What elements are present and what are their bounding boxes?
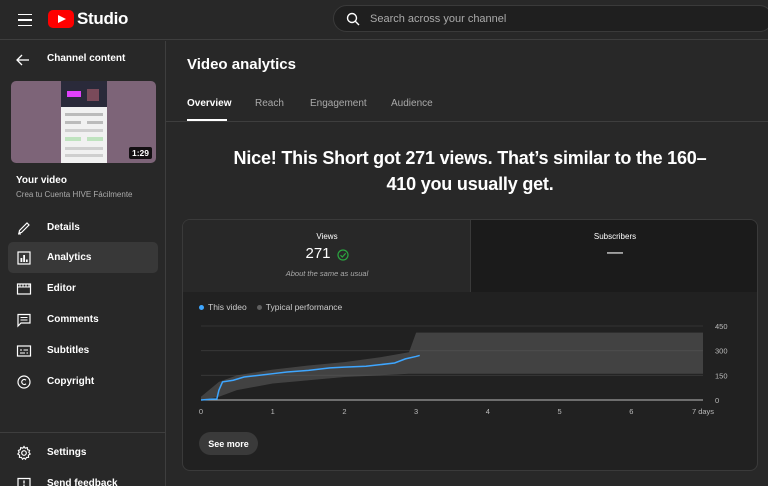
- video-duration: 1:29: [128, 147, 152, 159]
- gear-icon: [16, 445, 32, 461]
- sidebar-item-label: Comments: [47, 314, 99, 325]
- x-tick-label: 6: [629, 407, 633, 416]
- pencil-icon: [16, 220, 32, 236]
- your-video-label: Your video: [16, 175, 67, 186]
- sidebar-item-subtitles[interactable]: Subtitles: [8, 335, 158, 366]
- top-bar: Studio: [0, 0, 768, 40]
- sidebar-item-settings[interactable]: Settings: [8, 437, 158, 468]
- video-title: Crea tu Cuenta HIVE Fácilmente: [16, 190, 133, 199]
- sidebar-item-copyright[interactable]: Copyright: [8, 366, 158, 397]
- tab-overview[interactable]: Overview: [187, 98, 231, 109]
- legend-dot: [199, 304, 204, 310]
- views-comparison-note: About the same as usual: [285, 269, 369, 278]
- feedback-icon: [16, 476, 32, 486]
- bar-chart-icon: [16, 250, 32, 266]
- y-tick-label: 0: [715, 396, 719, 405]
- x-tick-label: 2: [342, 407, 346, 416]
- back-arrow-icon[interactable]: [15, 52, 31, 68]
- typical-performance-band: [201, 332, 703, 400]
- back-row: Channel content: [0, 49, 166, 71]
- sidebar-item-send-feedback[interactable]: Send feedback: [8, 468, 158, 486]
- sidebar: Channel content 1:29 Your video Crea tu …: [0, 41, 166, 486]
- y-tick-label: 150: [715, 371, 728, 380]
- sidebar-item-label: Copyright: [47, 376, 95, 387]
- x-tick-label: 5: [557, 407, 561, 416]
- views-label: Views: [316, 232, 338, 241]
- logo-text: Studio: [77, 9, 129, 28]
- views-chart: 0 150 300 450 0 1 2 3 4 5 6 7 days: [199, 322, 728, 416]
- search-input[interactable]: [370, 12, 750, 25]
- legend-typical-performance: Typical performance: [256, 302, 343, 312]
- see-more-button[interactable]: See more: [199, 432, 258, 455]
- tab-audience[interactable]: Audience: [391, 98, 433, 109]
- search-bar[interactable]: [333, 5, 768, 32]
- sidebar-item-details[interactable]: Details: [8, 212, 158, 243]
- performance-headline: Nice! This Short got 271 views. That’s s…: [182, 145, 758, 197]
- video-thumbnail[interactable]: 1:29: [11, 81, 156, 163]
- legend-label: This video: [208, 302, 247, 312]
- sidebar-item-comments[interactable]: Comments: [8, 304, 158, 335]
- thumbnail-image: [61, 81, 107, 163]
- channel-content-title: Channel content: [47, 53, 126, 64]
- x-tick-label: 1: [271, 407, 275, 416]
- comment-icon: [16, 312, 32, 328]
- analytics-card: Views 271 About the same as usual Subscr…: [182, 219, 758, 471]
- tabs-divider: [166, 121, 768, 122]
- headline-line-2: 410 you usually get.: [386, 174, 554, 194]
- y-tick-label: 300: [715, 347, 728, 356]
- sidebar-item-label: Analytics: [47, 252, 92, 263]
- studio-logo[interactable]: Studio: [48, 9, 128, 29]
- legend-label: Typical performance: [265, 302, 343, 312]
- sidebar-item-label: Subtitles: [47, 345, 90, 356]
- chart-legend: This video Typical performance: [199, 302, 342, 312]
- copyright-icon: [16, 374, 32, 390]
- subscribers-value: —: [607, 244, 623, 261]
- headline-line-1: Nice! This Short got 271 views. That’s s…: [233, 148, 707, 168]
- x-tick-label: 4: [486, 407, 490, 416]
- check-circle-icon: [336, 248, 349, 261]
- sidebar-item-label: Settings: [47, 447, 87, 458]
- sidebar-divider: [0, 432, 166, 433]
- subscribers-stat-tab[interactable]: Subscribers —: [471, 220, 757, 292]
- legend-dot: [256, 304, 262, 310]
- views-value-row: 271: [183, 245, 471, 262]
- y-tick-label: 450: [715, 322, 728, 331]
- menu-icon[interactable]: [14, 10, 36, 30]
- sidebar-item-label: Details: [47, 222, 80, 233]
- youtube-play-icon: [48, 10, 74, 28]
- page-title: Video analytics: [187, 56, 296, 73]
- x-tick-label: 0: [199, 407, 203, 416]
- tab-engagement[interactable]: Engagement: [310, 98, 367, 109]
- sidebar-item-label: Send feedback: [47, 478, 118, 486]
- sidebar-item-analytics[interactable]: Analytics: [8, 242, 158, 273]
- subscribers-label: Subscribers: [593, 232, 637, 241]
- subtitles-icon: [16, 343, 32, 359]
- tab-reach[interactable]: Reach: [255, 98, 284, 109]
- sidebar-item-label: Editor: [47, 283, 76, 294]
- x-tick-label: 3: [414, 407, 418, 416]
- legend-this-video: This video: [199, 302, 247, 312]
- views-value: 271: [305, 245, 331, 262]
- x-tick-label: 7 days: [692, 407, 714, 416]
- views-stat-tab[interactable]: Views 271 About the same as usual: [183, 220, 471, 292]
- search-icon[interactable]: [338, 5, 368, 32]
- film-strip-icon: [16, 281, 32, 297]
- sidebar-item-editor[interactable]: Editor: [8, 273, 158, 304]
